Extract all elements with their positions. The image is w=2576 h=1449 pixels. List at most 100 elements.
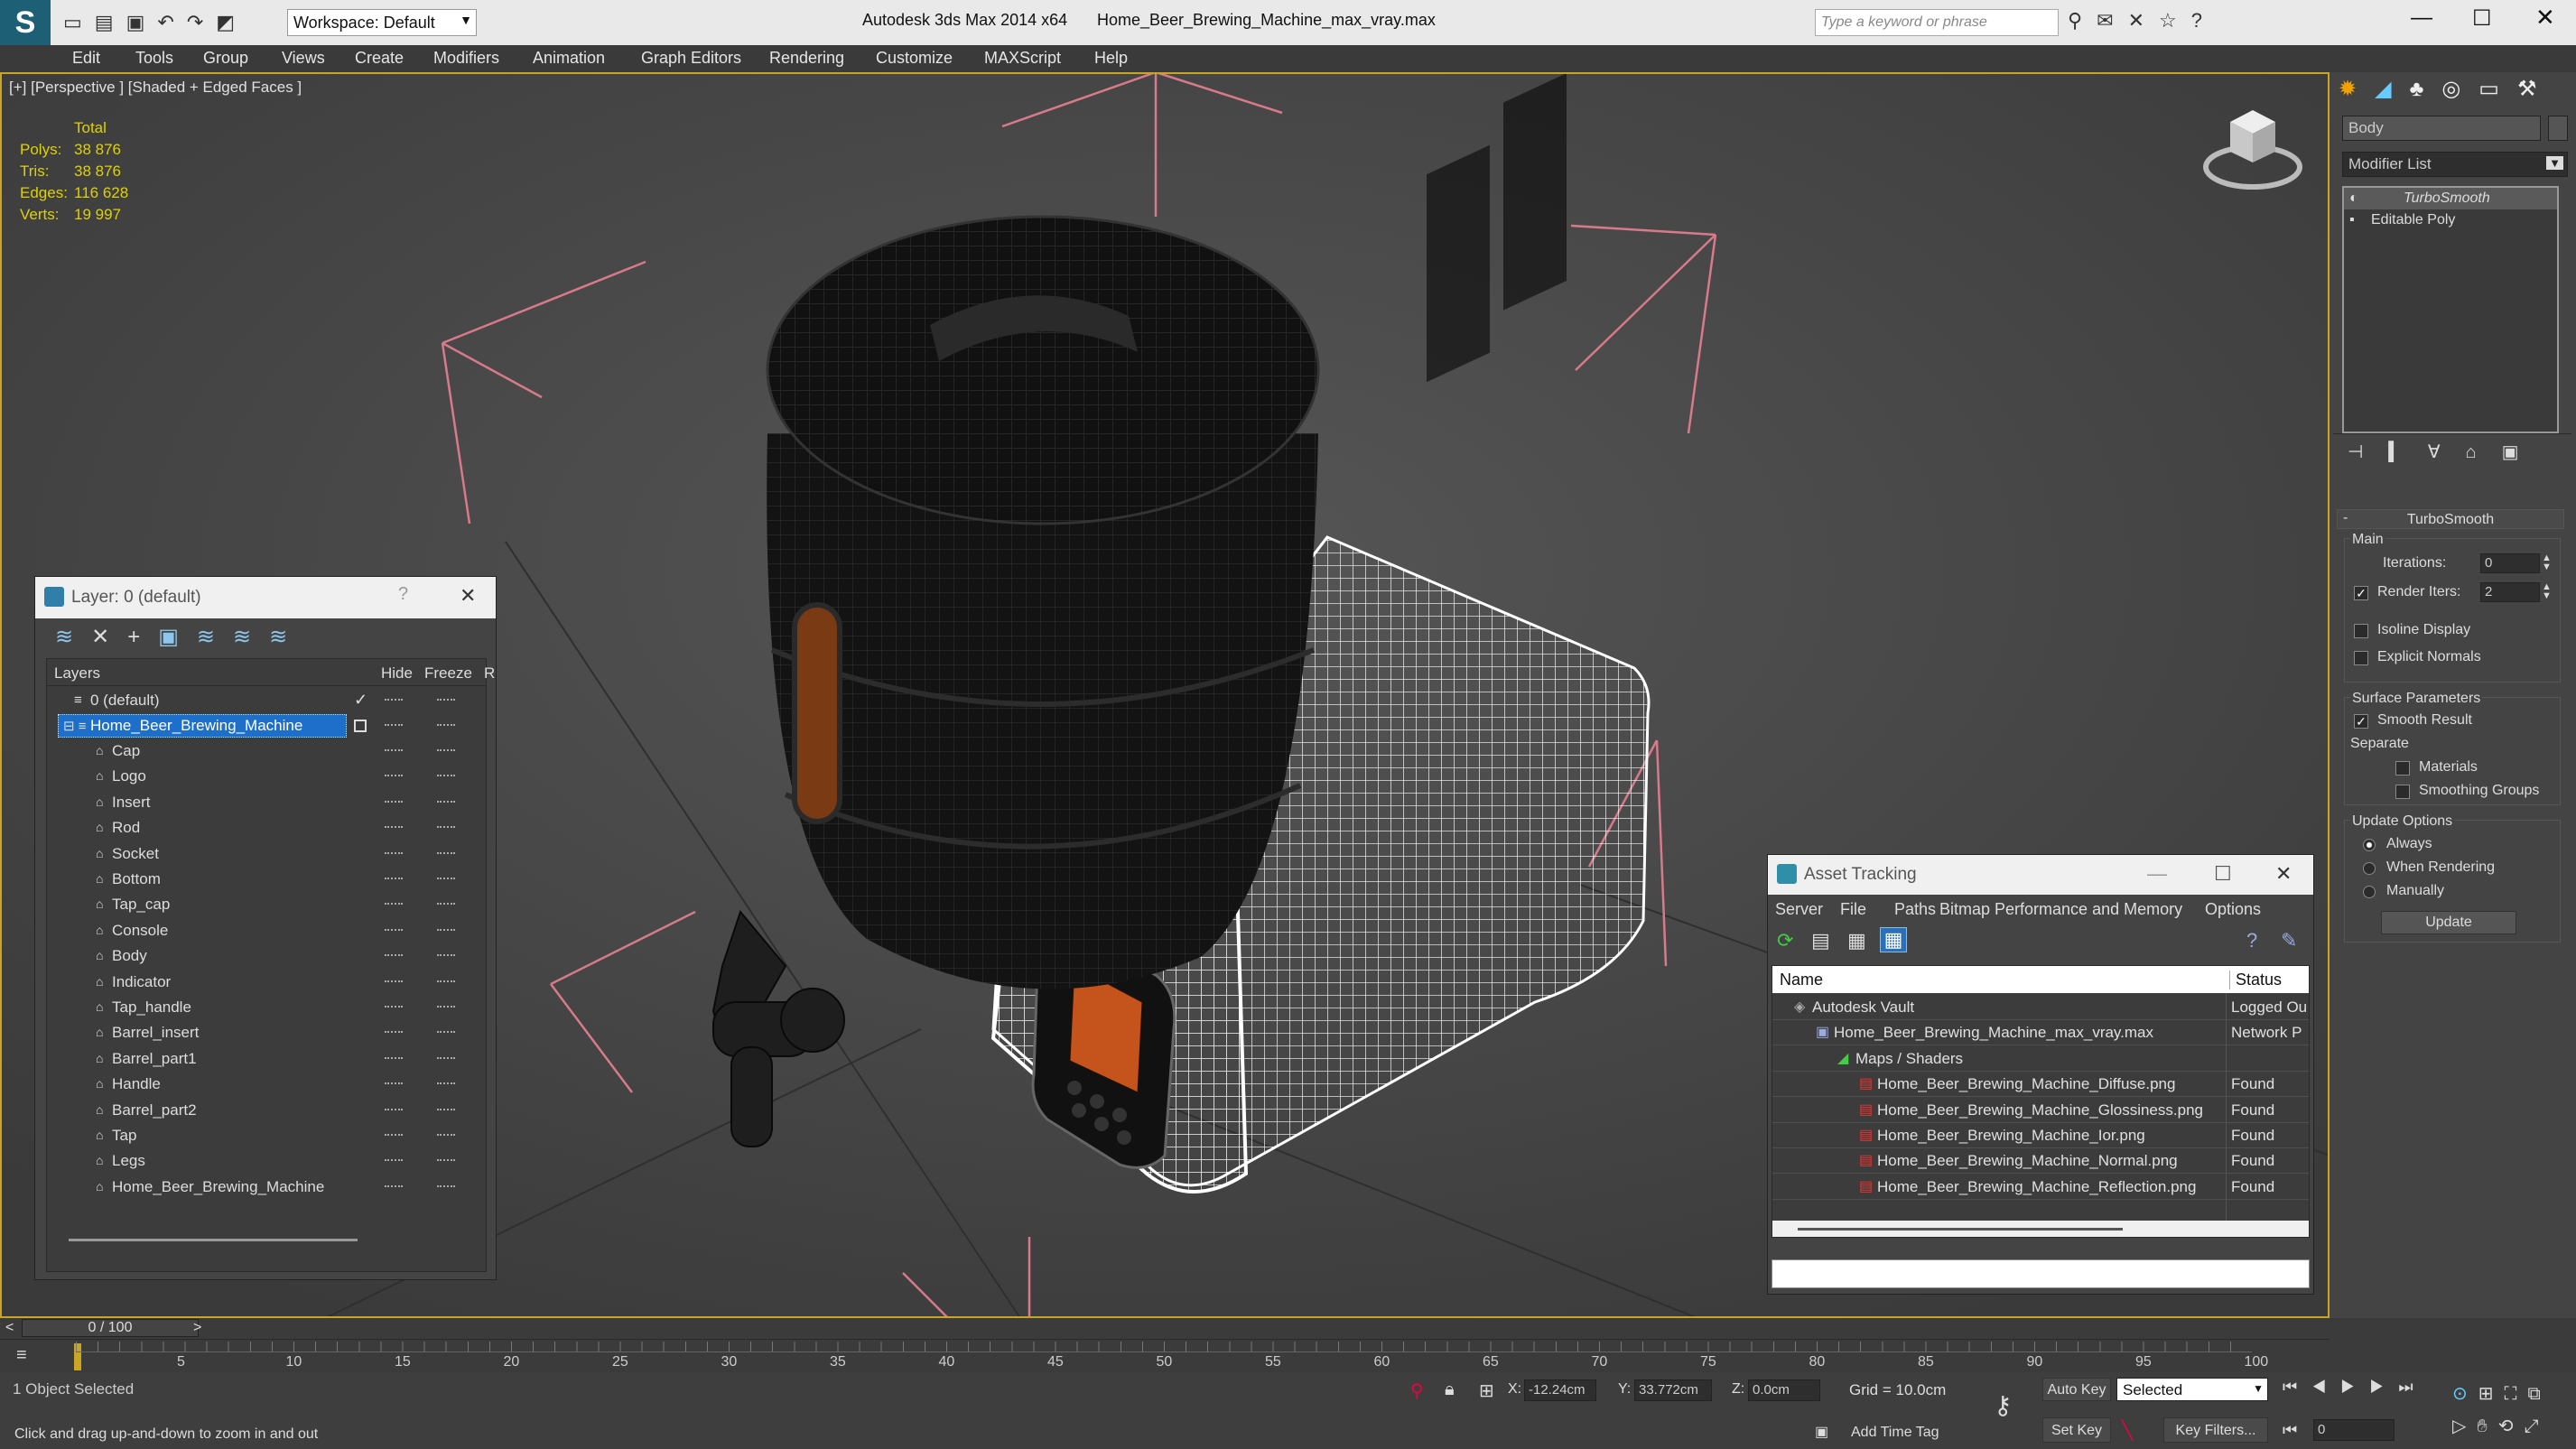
object-color-swatch[interactable]	[2548, 116, 2568, 141]
selection-lock-icon[interactable]: 🔒︎	[1445, 1379, 1455, 1400]
rollout-header[interactable]: - TurboSmooth	[2337, 509, 2564, 529]
menu-help[interactable]: Help	[1094, 49, 1128, 68]
next-key-icon[interactable]: ▶︎	[2369, 1378, 2398, 1396]
minimize-button[interactable]: —	[2147, 862, 2167, 886]
orbit-icon[interactable]: ⟲	[2498, 1416, 2525, 1436]
freeze-toggle[interactable]	[437, 878, 455, 880]
modify-tab-icon[interactable]: ◢	[2375, 77, 2409, 101]
minimize-button[interactable]: —	[2411, 5, 2432, 31]
hide-toggle[interactable]	[385, 1056, 403, 1060]
asset-row[interactable]: ▣ Home_Beer_Brewing_Machine_max_vray.max N…	[1772, 1020, 2309, 1046]
add-to-layer-icon[interactable]: +	[127, 625, 158, 649]
maximize-button[interactable]: ☐	[2472, 5, 2492, 32]
layer-object-row[interactable]: ⌂ Tap_cap	[47, 892, 486, 917]
freeze-toggle[interactable]	[437, 749, 455, 752]
star-icon[interactable]: ☆	[2159, 9, 2191, 32]
layer-object-row[interactable]: ⌂ Handle	[47, 1072, 486, 1097]
close-icon[interactable]: ✕	[460, 584, 476, 608]
col-hide[interactable]: Hide	[381, 664, 413, 683]
layer-object-row[interactable]: ⌂ Logo	[47, 764, 486, 789]
freeze-toggle[interactable]	[437, 928, 455, 932]
menu-views[interactable]: Views	[282, 49, 325, 68]
when-rendering-radio[interactable]	[2363, 862, 2376, 875]
asset-row[interactable]: ▤ Home_Beer_Brewing_Machine_Glossiness.pn…	[1772, 1098, 2309, 1123]
asset-tracking-titlebar[interactable]: Asset Tracking — ☐ ✕	[1768, 855, 2313, 895]
zoom-extents-all-icon[interactable]: ⧉	[2528, 1384, 2552, 1404]
hide-toggle[interactable]	[385, 1108, 403, 1111]
menu-customize[interactable]: Customize	[876, 49, 953, 68]
display-tab-icon[interactable]: ▭	[2478, 77, 2517, 101]
layer-object-row[interactable]: ⌂ Barrel_part2	[47, 1098, 486, 1123]
hierarchy-tab-icon[interactable]: ♣	[2410, 77, 2442, 101]
hide-toggle[interactable]	[385, 1082, 403, 1085]
isoline-checkbox[interactable]	[2354, 624, 2368, 638]
asset-row[interactable]: ◢ Maps / Shaders	[1772, 1046, 2309, 1072]
absolute-mode-icon[interactable]: ⊞	[1479, 1379, 1494, 1402]
layer-object-row[interactable]: ⌂ Body	[47, 943, 486, 969]
key-filters-button[interactable]: Key Filters...	[2163, 1417, 2268, 1443]
update-button[interactable]: Update	[2381, 911, 2516, 934]
scroll-thumb[interactable]	[1798, 1228, 2123, 1231]
freeze-toggle[interactable]	[437, 1159, 455, 1162]
pan-icon[interactable]: ✋︎	[2477, 1416, 2497, 1436]
auto-key-button[interactable]: Auto Key	[2042, 1378, 2111, 1401]
freeze-toggle[interactable]	[437, 1108, 455, 1111]
hide-toggle[interactable]	[385, 954, 403, 957]
menu-animation[interactable]: Animation	[533, 49, 605, 68]
freeze-toggle[interactable]	[437, 826, 455, 829]
exchange-icon[interactable]: ✕	[2128, 9, 2159, 32]
explicit-normals-checkbox[interactable]	[2354, 651, 2368, 665]
isolate-selection-icon[interactable]: ⚲	[1410, 1379, 1424, 1402]
asset-row[interactable]: ▤ Home_Beer_Brewing_Machine_Diffuse.png Fo…	[1772, 1072, 2309, 1098]
zoom-icon[interactable]: ⊙	[2452, 1384, 2478, 1404]
spinner-arrows-icon[interactable]: ▲ ▼	[2542, 553, 2552, 572]
table-view-icon[interactable]: ▦	[1880, 927, 1907, 952]
hide-toggle[interactable]	[385, 980, 403, 983]
freeze-toggle[interactable]	[437, 775, 455, 777]
freeze-toggle[interactable]	[437, 1082, 455, 1085]
layer-hscroll[interactable]	[69, 1239, 358, 1241]
hide-toggle[interactable]	[385, 851, 403, 855]
time-tag-icon[interactable]: ▣	[1815, 1423, 1828, 1441]
freeze-toggle[interactable]	[437, 903, 455, 906]
zoom-all-icon[interactable]: ⊞	[2478, 1384, 2505, 1404]
hide-toggle[interactable]	[385, 699, 403, 701]
col-status[interactable]: Status	[2229, 971, 2282, 989]
create-tab-icon[interactable]: ✹	[2339, 77, 2375, 101]
col-render[interactable]: R	[484, 664, 495, 683]
time-slider-thumb[interactable]: 0 / 100	[22, 1319, 199, 1337]
go-to-end-icon[interactable]: ⏭︎	[2398, 1378, 2427, 1396]
search-input[interactable]: Type a keyword or phrase	[1815, 9, 2059, 36]
menu-maxscript[interactable]: MAXScript	[984, 49, 1061, 68]
freeze-toggle[interactable]	[437, 954, 455, 957]
hide-toggle[interactable]	[385, 1184, 403, 1188]
selection-set-dropdown[interactable]: Selected ▼	[2116, 1378, 2268, 1401]
asset-row[interactable]: ▤ Home_Beer_Brewing_Machine_Ior.png Found	[1772, 1123, 2309, 1148]
binoculars-icon[interactable]: ⚲	[2068, 9, 2097, 32]
hide-toggle[interactable]	[385, 903, 403, 906]
col-name[interactable]: Name	[1780, 971, 1823, 989]
menu-create[interactable]: Create	[355, 49, 404, 68]
hide-all-icon[interactable]: ≋	[233, 625, 269, 649]
hide-toggle[interactable]	[385, 1031, 403, 1034]
freeze-toggle[interactable]	[437, 1184, 455, 1188]
undo-icon[interactable]: ↶	[157, 11, 186, 33]
new-file-icon[interactable]: ▭	[63, 11, 95, 33]
layer-object-row[interactable]: ⌂ Barrel_part1	[47, 1046, 486, 1072]
layer-object-row[interactable]: ⌂ Indicator	[47, 970, 486, 995]
layer-object-row[interactable]: ⌂ Insert	[47, 790, 486, 815]
layer-object-row[interactable]: ⌂ Barrel_insert	[47, 1020, 486, 1045]
open-file-icon[interactable]: ▤	[95, 11, 126, 33]
layer-object-row[interactable]: ⌂ Tap	[47, 1123, 486, 1148]
always-radio[interactable]	[2363, 839, 2376, 851]
freeze-all-icon[interactable]: ≋	[269, 625, 305, 649]
set-key-button[interactable]: Set Key	[2042, 1417, 2111, 1443]
highlight-layer-icon[interactable]: ≋	[197, 625, 233, 649]
stack-item-editable-poly[interactable]: ▪ Editable Poly	[2344, 209, 2557, 231]
close-button[interactable]: ✕	[2275, 862, 2292, 886]
list-view-icon[interactable]: ▤	[1811, 929, 1830, 952]
freeze-toggle[interactable]	[437, 1134, 455, 1137]
layer-object-row[interactable]: ⌂ Bottom	[47, 867, 486, 892]
freeze-toggle[interactable]	[437, 1006, 455, 1008]
layer-row-default[interactable]: ≡ 0 (default) ✓	[47, 688, 486, 713]
